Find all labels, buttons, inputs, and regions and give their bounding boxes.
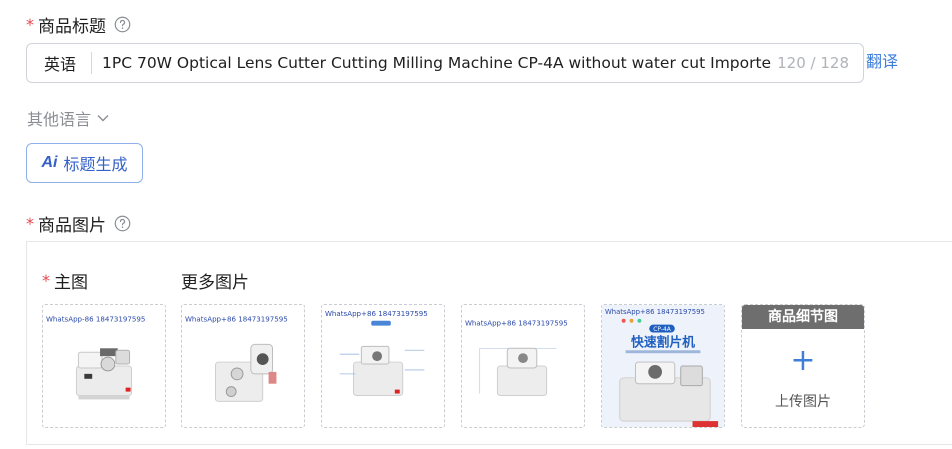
chevron-down-icon [97, 115, 109, 122]
help-icon[interactable] [114, 215, 131, 232]
required-asterisk: * [26, 15, 34, 34]
watermark-caption: WhatsApp+86 18473197595 [465, 319, 568, 328]
main-image-label: 主图 [54, 273, 88, 293]
other-languages-toggle[interactable]: 其他语言 [27, 106, 109, 130]
upload-image-button[interactable]: 商品细节图 + 上传图片 [741, 304, 865, 428]
promo-model: CP-4A [653, 327, 670, 333]
plus-icon: + [790, 343, 816, 378]
character-counter: 120 / 128 [777, 54, 849, 72]
language-prefix[interactable]: 英语 [27, 51, 91, 75]
more-images-label-row: 更多图片 [181, 268, 249, 293]
ai-icon: Ai [41, 154, 58, 171]
more-images-label: 更多图片 [181, 273, 249, 293]
watermark-caption: WhatsApp+86 18473197595 [605, 308, 705, 316]
ai-button-label: 标题生成 [63, 155, 128, 174]
required-asterisk: * [26, 214, 34, 233]
more-image-thumbnail[interactable]: WhatsApp+86 18473197595 [461, 304, 585, 428]
product-images-label: 商品图片 [38, 216, 106, 236]
upload-image-label: 上传图片 [775, 394, 831, 410]
watermark-caption: WhatsApp-86 18473197595 [46, 315, 145, 324]
main-image-thumbnail[interactable]: WhatsApp-86 18473197595 [42, 304, 166, 428]
more-image-thumbnail[interactable]: WhatsApp+86 18473197595 [181, 304, 305, 428]
detail-image-header: 商品细节图 [742, 305, 864, 329]
watermark-caption: WhatsApp+86 18473197595 [185, 315, 288, 324]
product-title-input[interactable]: 英语 1PC 70W Optical Lens Cutter Cutting M… [26, 43, 864, 83]
more-image-thumbnail[interactable]: WhatsApp+86 18473197595 CP-4A 快速割片机 [601, 304, 725, 428]
translate-link[interactable]: 翻译 [866, 48, 898, 72]
product-title-value[interactable]: 1PC 70W Optical Lens Cutter Cutting Mill… [92, 54, 771, 72]
product-images-label-row: * 商品图片 [26, 211, 131, 236]
main-image-label-row: * 主图 [42, 268, 88, 293]
promo-title: 快速割片机 [631, 334, 695, 350]
required-asterisk: * [42, 271, 50, 290]
other-languages-label: 其他语言 [27, 110, 92, 129]
watermark-caption: WhatsApp+86 18473197595 [325, 309, 428, 318]
ai-title-generate-button[interactable]: Ai 标题生成 [26, 143, 143, 183]
product-title-label: 商品标题 [38, 17, 106, 37]
more-image-thumbnail[interactable]: WhatsApp+86 18473197595 [321, 304, 445, 428]
product-title-label-row: * 商品标题 [26, 12, 131, 37]
help-icon[interactable] [114, 16, 131, 33]
